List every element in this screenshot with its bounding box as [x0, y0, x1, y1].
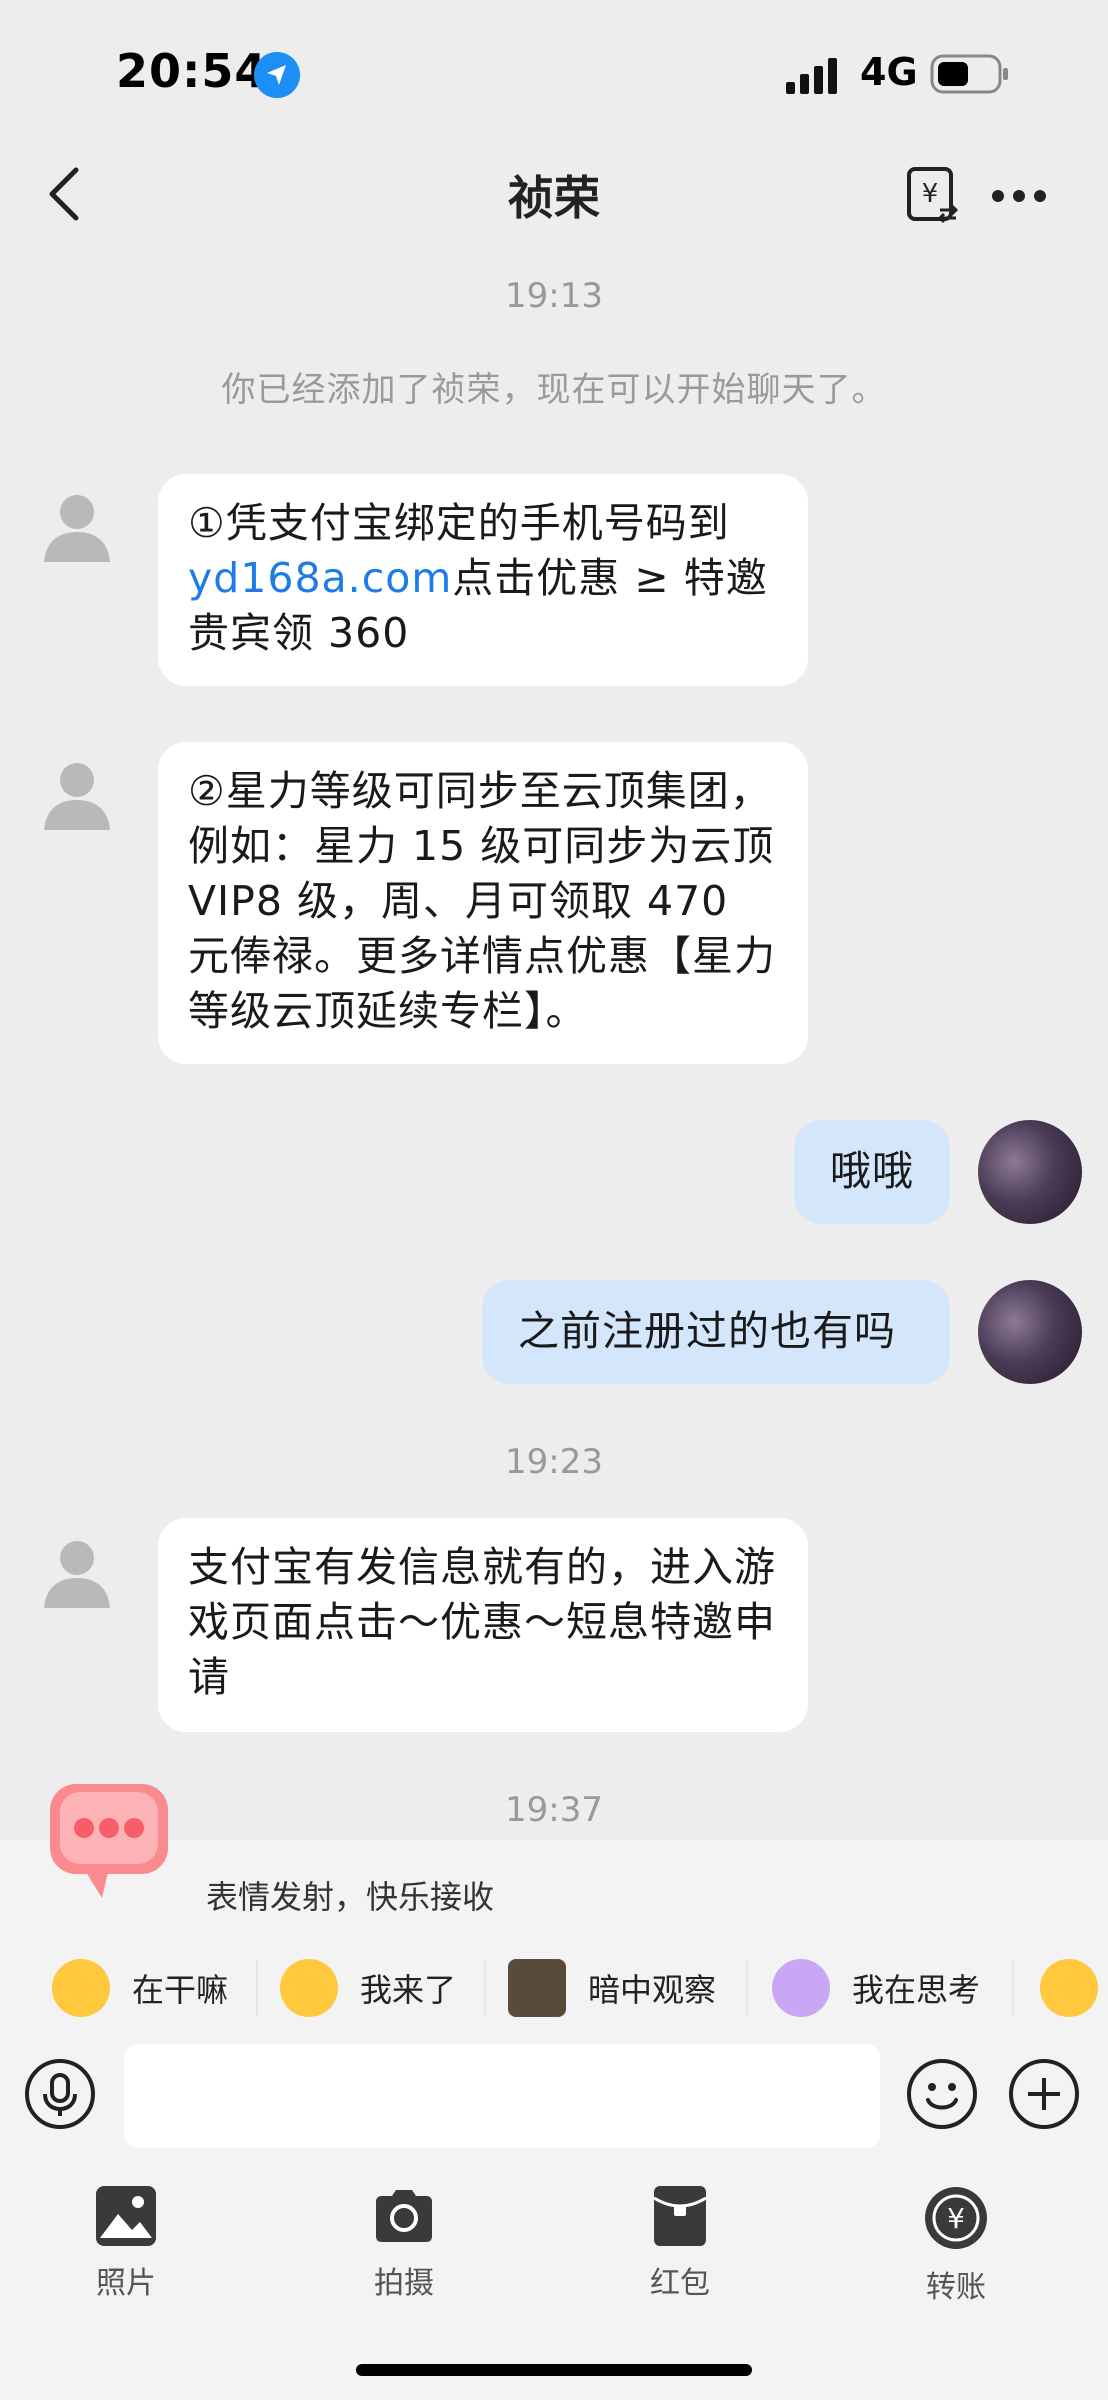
red-packet-button[interactable]: 红包 — [610, 2184, 750, 2302]
red-packet-label: 红包 — [650, 2266, 710, 2301]
emoji-panel-tip: 表情发射，快乐接收 — [206, 1878, 495, 1916]
sunglasses-emoji-icon — [280, 1959, 338, 2017]
message-bubble-incoming[interactable]: ①凭支付宝绑定的手机号码到 yd168a.com点击优惠 ≥ 特邀 贵宾领 36… — [158, 474, 808, 686]
divider — [1012, 1960, 1014, 2016]
timestamp: 19:23 — [505, 1442, 603, 1482]
battery-icon — [930, 54, 1008, 94]
contact-avatar-icon[interactable] — [40, 1536, 114, 1610]
emoji-chip-label: 暗中观察 — [588, 1971, 717, 2009]
contact-avatar-icon[interactable] — [40, 758, 114, 832]
peeking-emoji-icon — [508, 1959, 566, 2017]
surprised-emoji-icon — [1040, 1959, 1098, 2017]
emoji-chip-label: 在干嘛 — [132, 1971, 229, 2009]
message-text: 支付宝有发信息就有的，进入游戏页面点击～优惠～短息特邀申请 — [188, 1543, 776, 1701]
camera-button[interactable]: 拍摄 — [334, 2184, 474, 2302]
emoji-chip[interactable]: 暗中观察 — [508, 1956, 716, 2020]
message-bubble-incoming[interactable]: 支付宝有发信息就有的，进入游戏页面点击～优惠～短息特邀申请 — [158, 1518, 808, 1732]
red-packet-icon — [653, 2186, 707, 2246]
divider — [484, 1960, 486, 2016]
emoji-chip-label: 我来了 — [360, 1971, 457, 2009]
photo-button[interactable]: 照片 — [56, 2184, 196, 2302]
camera-label: 拍摄 — [374, 2266, 434, 2301]
emoji-face-icon — [52, 1959, 110, 2017]
divider — [256, 1960, 258, 2016]
chat-bubble-emoji-icon — [50, 1784, 168, 1898]
photo-icon — [96, 2186, 156, 2246]
message-text: ①凭支付宝绑定的手机号码到 — [188, 499, 730, 547]
network-type: 4G — [860, 50, 918, 94]
message-bubble-outgoing[interactable]: 哦哦 — [794, 1120, 950, 1224]
camera-icon — [376, 2190, 432, 2242]
message-text: 贵宾领 360 — [188, 609, 410, 657]
contact-avatar-icon[interactable] — [40, 490, 114, 564]
location-arrow-icon — [254, 52, 300, 98]
emoji-chip[interactable]: 在干嘛 — [52, 1956, 228, 2020]
cellular-signal-icon — [786, 58, 837, 94]
photo-label: 照片 — [96, 2266, 156, 2301]
transfer-icon: ¥ — [925, 2187, 987, 2249]
emoji-picker-icon[interactable] — [906, 2058, 978, 2130]
more-options-icon[interactable] — [990, 178, 1048, 214]
message-text: ②星力等级可同步至云顶集团，例如：星力 15 级可同步为云顶 VIP8 级，周、… — [188, 767, 776, 1035]
emoji-chip[interactable]: 我来了 — [280, 1956, 456, 2020]
message-bubble-outgoing[interactable]: 之前注册过的也有吗 — [482, 1280, 950, 1384]
message-text: 之前注册过的也有吗 — [518, 1307, 896, 1355]
emoji-chip-label: 我在思考 — [852, 1971, 981, 2009]
message-link[interactable]: yd168a.com — [188, 554, 452, 602]
message-text: 点击优惠 ≥ 特邀 — [452, 554, 768, 602]
divider — [746, 1960, 748, 2016]
thinking-emoji-icon — [772, 1959, 830, 2017]
emoji-chip[interactable] — [1040, 1956, 1108, 2020]
timestamp: 19:13 — [505, 276, 603, 316]
message-input[interactable] — [124, 2044, 880, 2148]
system-notice: 你已经添加了祯荣，现在可以开始聊天了。 — [221, 370, 887, 410]
transfer-button[interactable]: ¥ 转账 — [886, 2184, 1026, 2306]
message-text: 哦哦 — [830, 1147, 914, 1195]
svg-text:¥: ¥ — [947, 2202, 965, 2235]
emoji-chip[interactable]: 我在思考 — [772, 1956, 980, 2020]
currency-translate-icon[interactable]: ¥ — [906, 166, 960, 224]
message-bubble-incoming[interactable]: ②星力等级可同步至云顶集团，例如：星力 15 级可同步为云顶 VIP8 级，周、… — [158, 742, 808, 1064]
my-avatar[interactable] — [978, 1120, 1082, 1224]
more-actions-icon[interactable] — [1008, 2058, 1080, 2130]
svg-text:¥: ¥ — [922, 179, 939, 209]
voice-input-icon[interactable] — [24, 2058, 96, 2130]
transfer-label: 转账 — [926, 2270, 986, 2305]
status-time: 20:54 — [116, 44, 268, 98]
my-avatar[interactable] — [978, 1280, 1082, 1384]
home-indicator — [356, 2364, 752, 2376]
